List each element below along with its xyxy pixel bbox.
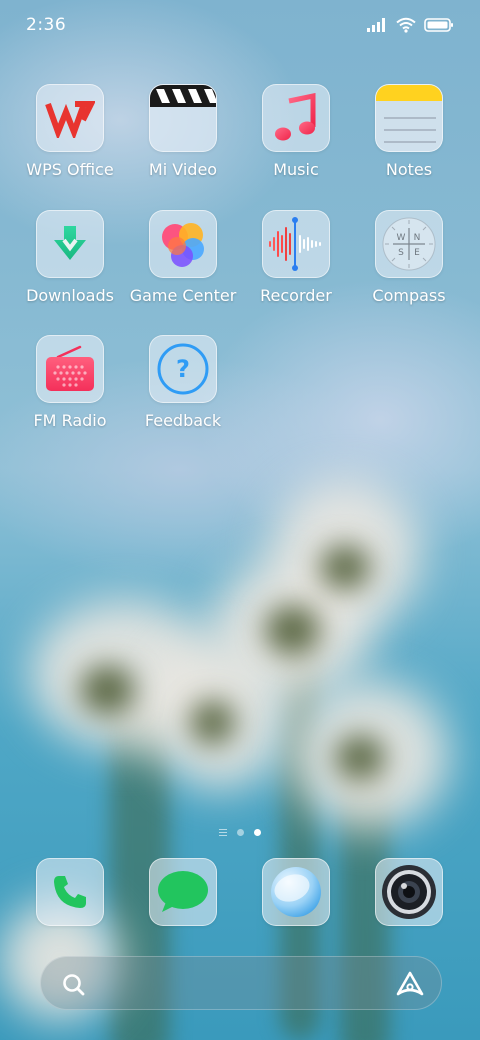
app-label: Feedback (144, 411, 222, 430)
app-mi-video[interactable]: Mi Video (128, 84, 238, 179)
page-indicator[interactable] (0, 829, 480, 836)
status-bar: 2:36 (0, 0, 480, 50)
app-label: Compass (372, 286, 446, 305)
music-icon[interactable] (262, 84, 330, 152)
compass-letter-e: E (414, 248, 420, 258)
compass-letter-n2: N (414, 233, 421, 243)
fm-radio-icon[interactable] (36, 335, 104, 403)
browser-icon[interactable] (262, 858, 330, 926)
feedback-icon[interactable]: ? (149, 335, 217, 403)
phone-icon[interactable] (36, 858, 104, 926)
search-icon[interactable] (61, 972, 87, 998)
app-label: Downloads (26, 286, 114, 305)
wps-office-icon[interactable] (36, 84, 104, 152)
compass-letter-n: W (397, 233, 406, 243)
notes-icon[interactable] (375, 84, 443, 152)
app-game-center[interactable]: Game Center (128, 210, 238, 305)
status-time: 2:36 (26, 15, 67, 35)
game-center-icon[interactable] (149, 210, 217, 278)
app-label: Music (273, 160, 319, 179)
recorder-icon[interactable] (262, 210, 330, 278)
app-notes[interactable]: Notes (354, 84, 464, 179)
app-compass[interactable]: W N S E Compass (354, 210, 464, 305)
app-label: Notes (385, 160, 433, 179)
status-icons (366, 17, 454, 33)
app-wps-office[interactable]: WPS Office (15, 84, 125, 179)
app-fm-radio[interactable]: FM Radio (15, 335, 125, 430)
app-recorder[interactable]: Recorder (241, 210, 351, 305)
page-indicator-list-icon[interactable] (219, 829, 227, 836)
camera-icon[interactable] (375, 858, 443, 926)
messages-icon[interactable] (149, 858, 217, 926)
compass-letter-s: S (398, 248, 404, 258)
mi-video-icon[interactable] (149, 84, 217, 152)
downloads-icon[interactable] (36, 210, 104, 278)
dock (0, 858, 480, 928)
app-label: Game Center (129, 286, 237, 305)
app-downloads[interactable]: Downloads (15, 210, 125, 305)
page-dot-2-active[interactable] (254, 829, 261, 836)
app-music[interactable]: Music (241, 84, 351, 179)
app-label: WPS Office (26, 160, 114, 179)
page-dot-1[interactable] (237, 829, 244, 836)
assistant-icon[interactable] (395, 970, 425, 998)
wifi-icon (396, 17, 416, 33)
compass-icon[interactable]: W N S E (375, 210, 443, 278)
signal-icon (367, 18, 385, 32)
app-feedback[interactable]: ? Feedback (128, 335, 238, 430)
search-bar[interactable] (40, 956, 442, 1010)
app-label: Recorder (260, 286, 332, 305)
app-label: FM Radio (33, 411, 107, 430)
battery-icon (424, 18, 453, 32)
app-label: Mi Video (148, 160, 218, 179)
feedback-glyph: ? (176, 355, 190, 383)
